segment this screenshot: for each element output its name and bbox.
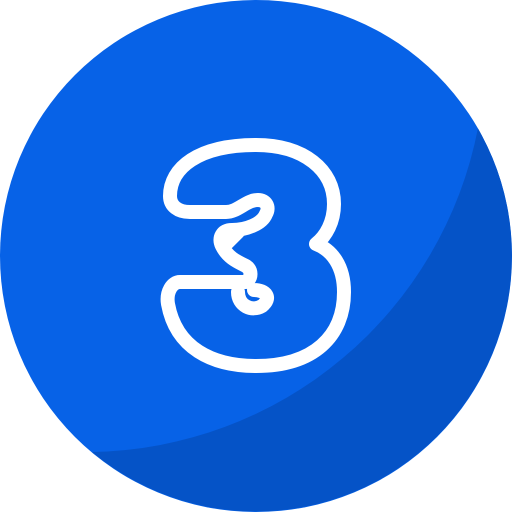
number-three-circle-icon: 3	[0, 0, 512, 512]
number-badge: 3	[0, 0, 512, 512]
